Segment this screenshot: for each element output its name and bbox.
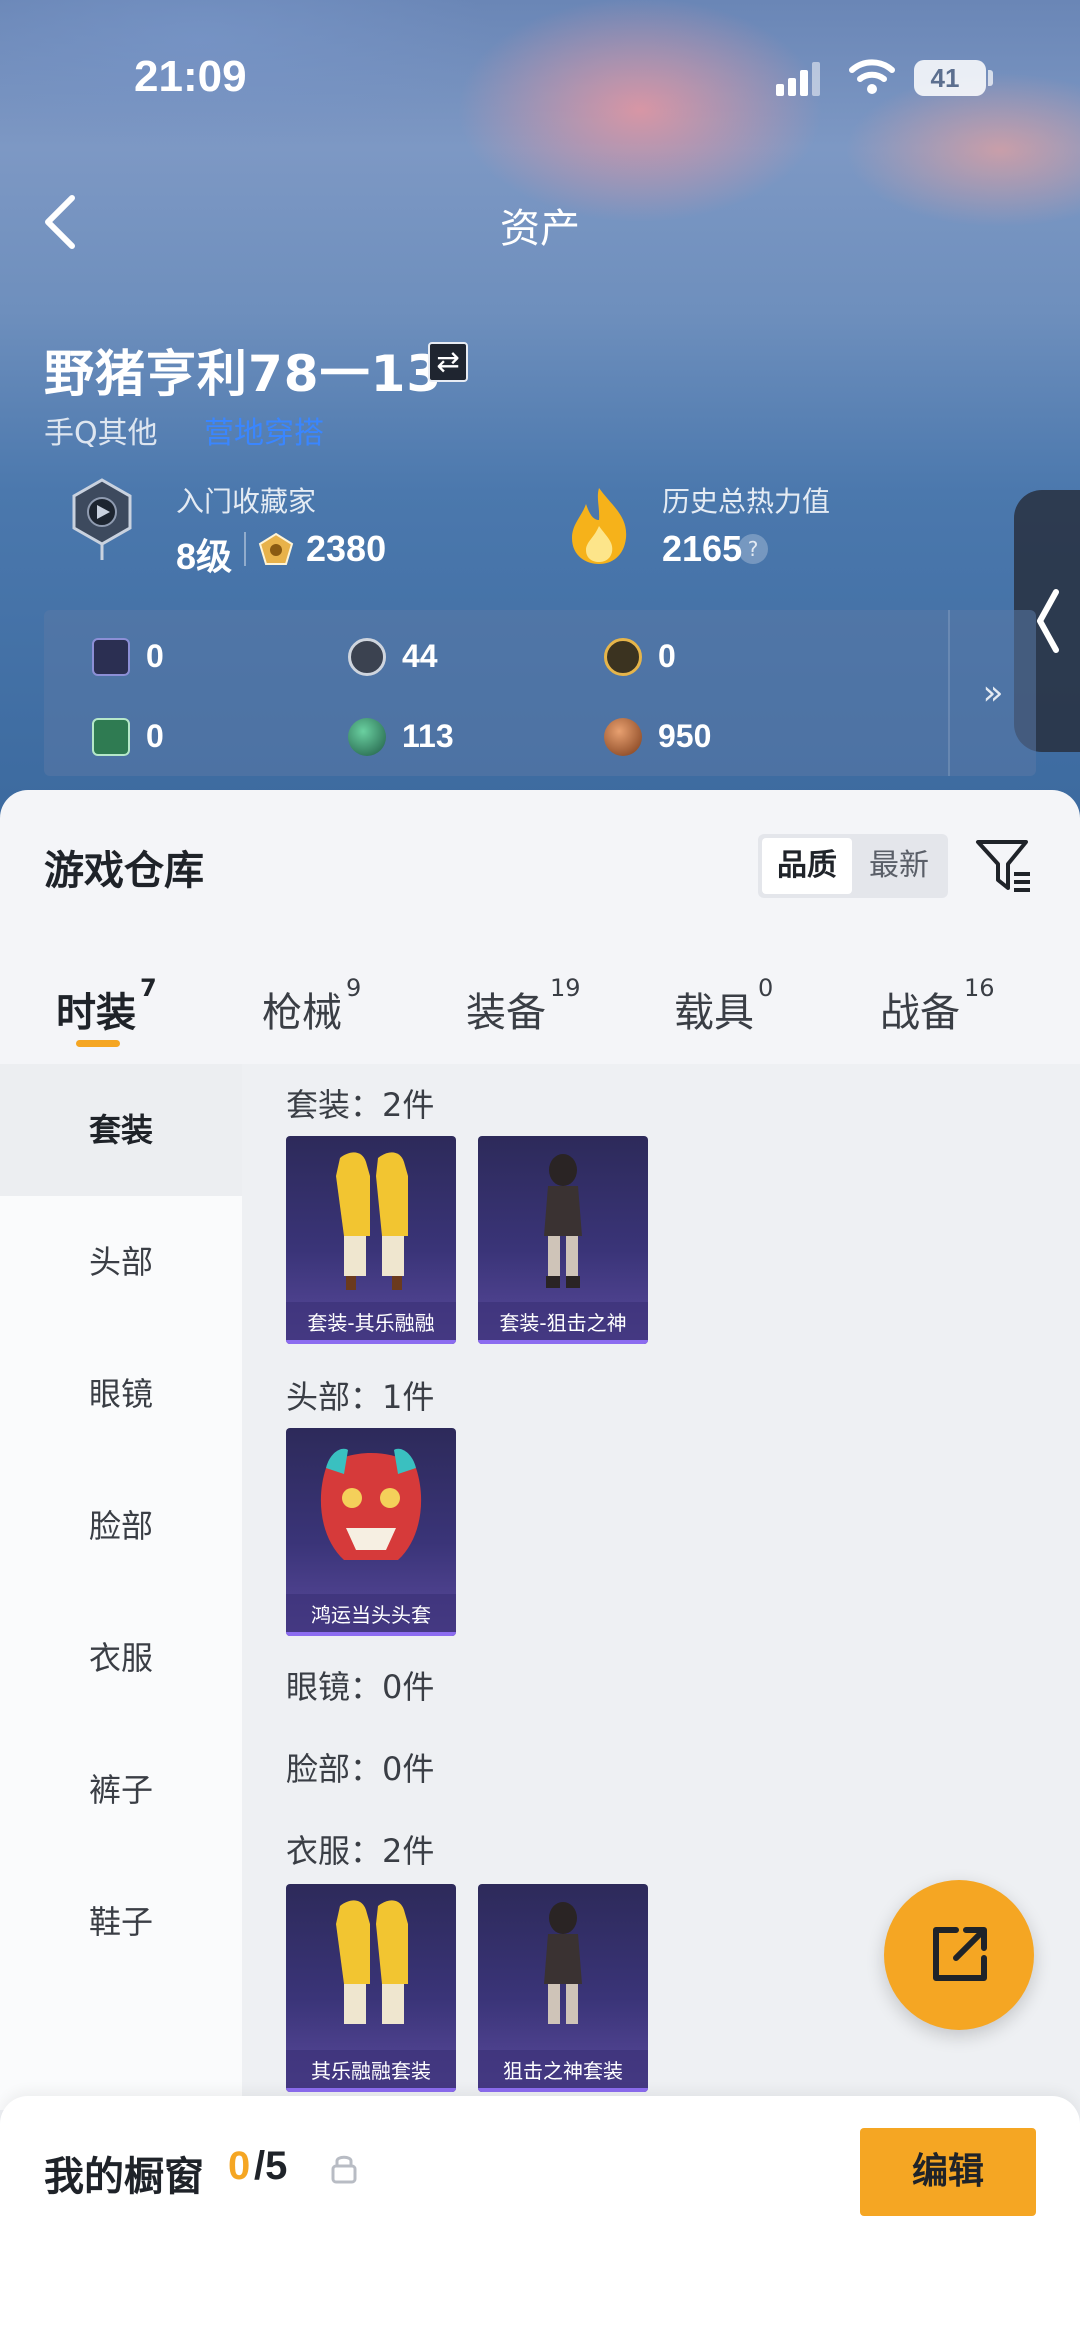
currency-value: 113	[402, 718, 454, 754]
item-card[interactable]: 套装-其乐融融	[286, 1136, 456, 1344]
item-card[interactable]: 其乐融融套装	[286, 1884, 456, 2092]
purple-card-icon	[92, 638, 130, 676]
collector-points-icon	[258, 532, 294, 565]
status-bar: 21:09 41	[0, 0, 1080, 150]
sidebar-item-face[interactable]: 脸部	[0, 1460, 242, 1592]
section-title: 眼镜：0件	[286, 1668, 435, 1706]
category-sidebar: 套装 头部 眼镜 脸部 衣服 裤子 鞋子	[0, 1064, 242, 2110]
battery-icon: 41	[914, 60, 986, 96]
item-name: 套装-其乐融融	[286, 1302, 456, 1344]
tab-label: 装备	[466, 990, 546, 1036]
battery-level: 41	[930, 63, 960, 93]
showcase-bar: 我的橱窗 0 /5 编辑	[0, 2096, 1080, 2341]
item-card[interactable]: 鸿运当头头套	[286, 1428, 456, 1636]
sidebar-item-sets[interactable]: 套装	[0, 1064, 242, 1196]
section-title: 头部：1件	[286, 1378, 435, 1416]
chevron-left-icon	[1037, 589, 1059, 653]
tab-count: 19	[550, 974, 581, 1002]
tab-count: 7	[140, 974, 157, 1002]
battery-tip	[988, 70, 993, 86]
share-button[interactable]	[884, 1880, 1034, 2030]
player-name: 野猪亨利78一13	[44, 345, 443, 403]
tab-count: 9	[346, 974, 362, 1002]
heat-title: 历史总热力值	[662, 485, 831, 518]
item-name: 狙击之神套装	[478, 2050, 648, 2092]
filter-icon[interactable]	[974, 834, 1034, 898]
outfit-sniper-icon	[544, 1154, 582, 1288]
heat-value: 2165	[662, 528, 743, 569]
item-name: 其乐融融套装	[286, 2050, 456, 2092]
outfit-link[interactable]: 营地穿搭	[204, 408, 324, 452]
outfit-yellow-hoodie-icon	[336, 1900, 408, 2024]
currency-value: 0	[146, 718, 164, 754]
tab-label: 时装	[56, 990, 136, 1036]
lock-icon	[331, 2155, 357, 2184]
sort-newest-button[interactable]: 最新	[854, 838, 944, 894]
sort-toggle: 品质 最新	[758, 834, 948, 898]
share-icon	[933, 1927, 987, 1981]
showcase-max: /5	[254, 2144, 288, 2188]
signal-icon	[776, 62, 822, 96]
item-name: 套装-狙击之神	[478, 1302, 648, 1344]
sort-quality-button[interactable]: 品质	[762, 838, 852, 894]
bronze-coin-icon	[604, 718, 642, 756]
page-title: 资产	[500, 206, 580, 252]
warehouse-title: 游戏仓库	[44, 848, 204, 894]
switch-account-icon[interactable]: ⇄	[428, 342, 468, 382]
collector-points: 2380	[306, 528, 387, 569]
sidebar-item-shoes[interactable]: 鞋子	[0, 1856, 242, 1988]
tab-count: 0	[758, 974, 774, 1002]
section-title: 衣服：2件	[286, 1832, 435, 1870]
currency-more-button[interactable]: »	[948, 610, 1036, 776]
section-title: 套装：2件	[286, 1086, 435, 1124]
lion-head-mask-icon	[320, 1448, 422, 1560]
active-tab-indicator	[76, 1040, 120, 1047]
sidebar-item-glasses[interactable]: 眼镜	[0, 1328, 242, 1460]
tab-equipment[interactable]: 装备19	[466, 974, 581, 1050]
wifi-icon	[849, 59, 895, 94]
outfit-yellow-hoodie-icon	[336, 1152, 408, 1290]
item-card[interactable]: 套装-狙击之神	[478, 1136, 648, 1344]
currency-panel: 0 44 0 0 113 950 »	[44, 610, 1036, 776]
flame-icon	[572, 488, 627, 564]
item-card[interactable]: 狙击之神套装	[478, 1884, 648, 2092]
currency-value: 44	[402, 638, 438, 674]
status-time: 21:09	[134, 52, 247, 101]
item-name: 鸿运当头头套	[286, 1594, 456, 1636]
sidebar-item-clothes[interactable]: 衣服	[0, 1592, 242, 1724]
showcase-count: 0	[228, 2144, 251, 2188]
tab-battle-gear[interactable]: 战备16	[880, 974, 995, 1050]
collector-title: 入门收藏家	[176, 485, 317, 518]
sidebar-item-pants[interactable]: 裤子	[0, 1724, 242, 1856]
currency-value: 0	[146, 638, 164, 674]
tab-label: 载具	[674, 990, 754, 1036]
tab-count: 16	[964, 974, 995, 1002]
sidebar-item-head[interactable]: 头部	[0, 1196, 242, 1328]
tab-guns[interactable]: 枪械9	[262, 974, 361, 1050]
tab-vehicles[interactable]: 载具0	[674, 974, 773, 1050]
section-title: 脸部：0件	[286, 1750, 435, 1788]
tab-label: 战备	[880, 990, 960, 1036]
green-card-icon	[92, 718, 130, 756]
platform-label: 手Q其他	[44, 416, 158, 451]
help-icon[interactable]: ?	[738, 534, 768, 564]
collector-level: 8级	[176, 536, 233, 577]
currency-value: 0	[658, 638, 676, 674]
outfit-sniper-icon	[544, 1902, 582, 2024]
currency-value: 950	[658, 718, 712, 754]
gold-coin-icon	[604, 638, 642, 676]
edit-button[interactable]: 编辑	[860, 2128, 1036, 2216]
showcase-title: 我的橱窗	[44, 2154, 204, 2200]
collector-badge-icon	[72, 478, 132, 560]
silver-coin-icon	[348, 638, 386, 676]
tab-label: 枪械	[262, 990, 342, 1036]
divider	[244, 532, 246, 566]
green-gem-icon	[348, 718, 386, 756]
